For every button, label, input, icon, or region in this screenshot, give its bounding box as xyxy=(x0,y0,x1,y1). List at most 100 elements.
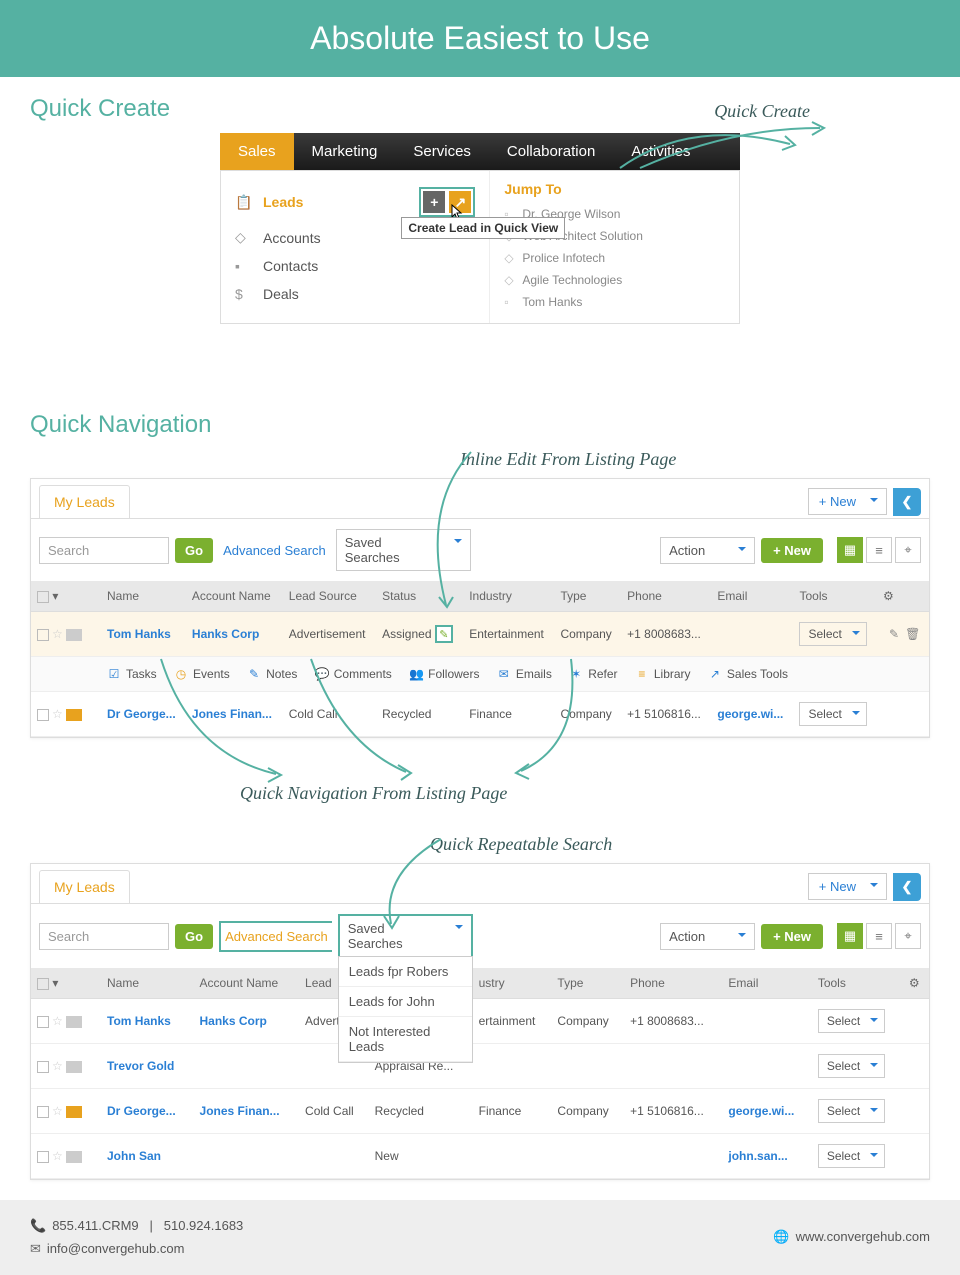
sub-comments[interactable]: 💬Comments xyxy=(315,667,392,681)
view-grid-icon[interactable]: ▦ xyxy=(837,537,863,563)
jump-item[interactable]: ◇Prolice Infotech xyxy=(504,247,725,269)
table-row[interactable]: ☆ Tom Hanks Hanks Corp Advertisement Ass… xyxy=(31,612,929,657)
menu-item-deals[interactable]: $Deals xyxy=(235,280,475,308)
saved-searches-dropdown[interactable]: Saved Searches xyxy=(336,529,471,571)
collapse-button[interactable]: ❮ xyxy=(893,488,921,516)
checkbox[interactable] xyxy=(37,1016,49,1028)
new-button[interactable]: + New xyxy=(761,538,823,563)
go-button[interactable]: Go xyxy=(175,924,213,949)
sub-library[interactable]: ≡Library xyxy=(635,667,691,681)
quick-plus-icon[interactable]: + xyxy=(423,191,445,213)
view-grid-icon[interactable]: ▦ xyxy=(837,923,863,949)
email-link[interactable]: george.wi... xyxy=(722,1089,811,1134)
sub-refer[interactable]: ✶Refer xyxy=(569,667,617,681)
new-dropdown[interactable]: + New xyxy=(808,488,887,515)
search-input[interactable]: Search xyxy=(39,537,169,564)
star-icon[interactable]: ☆ xyxy=(52,1104,63,1118)
sub-events[interactable]: ◷Events xyxy=(174,667,230,681)
lead-name-link[interactable]: John San xyxy=(101,1134,194,1179)
checkbox[interactable] xyxy=(37,591,49,603)
checkbox[interactable] xyxy=(37,1106,49,1118)
star-icon[interactable]: ☆ xyxy=(52,1059,63,1073)
view-map-icon[interactable]: ⌖ xyxy=(895,923,921,949)
star-icon[interactable]: ☆ xyxy=(52,627,63,641)
saved-search-item[interactable]: Not Interested Leads xyxy=(339,1017,472,1062)
email-link[interactable]: george.wi... xyxy=(711,692,793,737)
sub-salestools[interactable]: ↗Sales Tools xyxy=(708,667,788,681)
nav-tab-collaboration[interactable]: Collaboration xyxy=(489,133,613,170)
menu-item-contacts[interactable]: ▪Contacts xyxy=(235,252,475,280)
star-icon[interactable]: ☆ xyxy=(52,707,63,721)
saved-search-list: Leads fpr Robers Leads for John Not Inte… xyxy=(338,956,473,1063)
advanced-search-link[interactable]: Advanced Search xyxy=(219,543,330,558)
saved-search-item[interactable]: Leads fpr Robers xyxy=(339,957,472,987)
sub-tasks[interactable]: ☑Tasks xyxy=(107,667,157,681)
sub-emails[interactable]: ✉Emails xyxy=(497,667,552,681)
new-button[interactable]: + New xyxy=(761,924,823,949)
lead-name-link[interactable]: Trevor Gold xyxy=(101,1044,194,1089)
advanced-search-link[interactable]: Advanced Search xyxy=(219,921,332,952)
nav-tab-services[interactable]: Services xyxy=(395,133,489,170)
select-dropdown[interactable]: Select xyxy=(818,1144,885,1168)
collapse-button[interactable]: ❮ xyxy=(893,873,921,901)
gear-icon[interactable]: ⚙ xyxy=(883,589,894,603)
lead-name-link[interactable]: Dr George... xyxy=(101,692,186,737)
select-dropdown[interactable]: Select xyxy=(818,1009,885,1033)
checkbox[interactable] xyxy=(37,1151,49,1163)
calendar-icon: 📋 xyxy=(235,194,255,211)
gear-icon[interactable]: ⚙ xyxy=(909,976,920,990)
table-row[interactable]: ☆ Dr George... Jones Finan... Cold Call … xyxy=(31,692,929,737)
view-map-icon[interactable]: ⌖ xyxy=(895,537,921,563)
account-link[interactable]: Hanks Corp xyxy=(186,612,283,657)
view-list-icon[interactable]: ≡ xyxy=(866,537,892,563)
checkbox[interactable] xyxy=(37,1061,49,1073)
subtools-row: ☑Tasks ◷Events ✎Notes 💬Comments 👥Followe… xyxy=(31,657,929,692)
account-link[interactable]: Jones Finan... xyxy=(186,692,283,737)
table-row[interactable]: ☆ Trevor Gold Appraisal Re... Select xyxy=(31,1044,929,1089)
account-link[interactable]: Jones Finan... xyxy=(194,1089,300,1134)
sub-notes[interactable]: ✎Notes xyxy=(247,667,297,681)
lead-name-link[interactable]: Tom Hanks xyxy=(101,999,194,1044)
tasks-icon: ☑ xyxy=(107,667,121,681)
edit-icon[interactable]: ✎ xyxy=(889,627,899,641)
checkbox[interactable] xyxy=(37,629,49,641)
table-row[interactable]: ☆ Dr George... Jones Finan... Cold Call … xyxy=(31,1089,929,1134)
new-dropdown[interactable]: + New xyxy=(808,873,887,900)
jump-item[interactable]: ◇Agile Technologies xyxy=(504,269,725,291)
panel-tab-myleads[interactable]: My Leads xyxy=(39,485,130,518)
panel-tab-myleads[interactable]: My Leads xyxy=(39,870,130,903)
menu-item-leads[interactable]: 📋 Leads + ↗ Create Lead in Quick View xyxy=(235,181,475,223)
lead-name-link[interactable]: Tom Hanks xyxy=(101,612,186,657)
tooltip: Create Lead in Quick View xyxy=(401,217,565,239)
select-dropdown[interactable]: Select xyxy=(799,622,866,646)
view-list-icon[interactable]: ≡ xyxy=(866,923,892,949)
leads-table: ▾ Name Account Name Lead Source Status I… xyxy=(31,581,929,737)
nav-tab-marketing[interactable]: Marketing xyxy=(294,133,396,170)
checkbox[interactable] xyxy=(37,709,49,721)
jump-item[interactable]: ▫Tom Hanks xyxy=(504,291,725,313)
saved-search-item[interactable]: Leads for John xyxy=(339,987,472,1017)
nav-tab-activities[interactable]: Activities xyxy=(613,133,708,170)
checkbox[interactable] xyxy=(37,978,49,990)
nav-tab-sales[interactable]: Sales xyxy=(220,133,294,170)
star-icon[interactable]: ☆ xyxy=(52,1149,63,1163)
action-dropdown[interactable]: Action xyxy=(660,537,755,564)
account-link[interactable]: Hanks Corp xyxy=(194,999,300,1044)
delete-icon[interactable]: 🗑 xyxy=(905,627,920,641)
star-icon[interactable]: ☆ xyxy=(52,1014,63,1028)
lead-name-link[interactable]: Dr George... xyxy=(101,1089,194,1134)
go-button[interactable]: Go xyxy=(175,538,213,563)
table-row[interactable]: ☆ Tom Hanks Hanks Corp Advert ertainment… xyxy=(31,999,929,1044)
sub-followers[interactable]: 👥Followers xyxy=(409,667,479,681)
dollar-icon: $ xyxy=(235,286,255,302)
inline-edit-icon[interactable]: ✎ xyxy=(435,625,453,643)
table-row[interactable]: ☆ John San New john.san... Select xyxy=(31,1134,929,1179)
select-dropdown[interactable]: Select xyxy=(799,702,866,726)
select-dropdown[interactable]: Select xyxy=(818,1099,885,1123)
action-dropdown[interactable]: Action xyxy=(660,923,755,950)
saved-searches-dropdown[interactable]: Saved Searches Leads fpr Robers Leads fo… xyxy=(338,914,473,958)
leads-panel-2: My Leads + New ❮ Search Go Advanced Sear… xyxy=(30,863,930,1180)
search-input[interactable]: Search xyxy=(39,923,169,950)
select-dropdown[interactable]: Select xyxy=(818,1054,885,1078)
email-link[interactable]: john.san... xyxy=(722,1134,811,1179)
